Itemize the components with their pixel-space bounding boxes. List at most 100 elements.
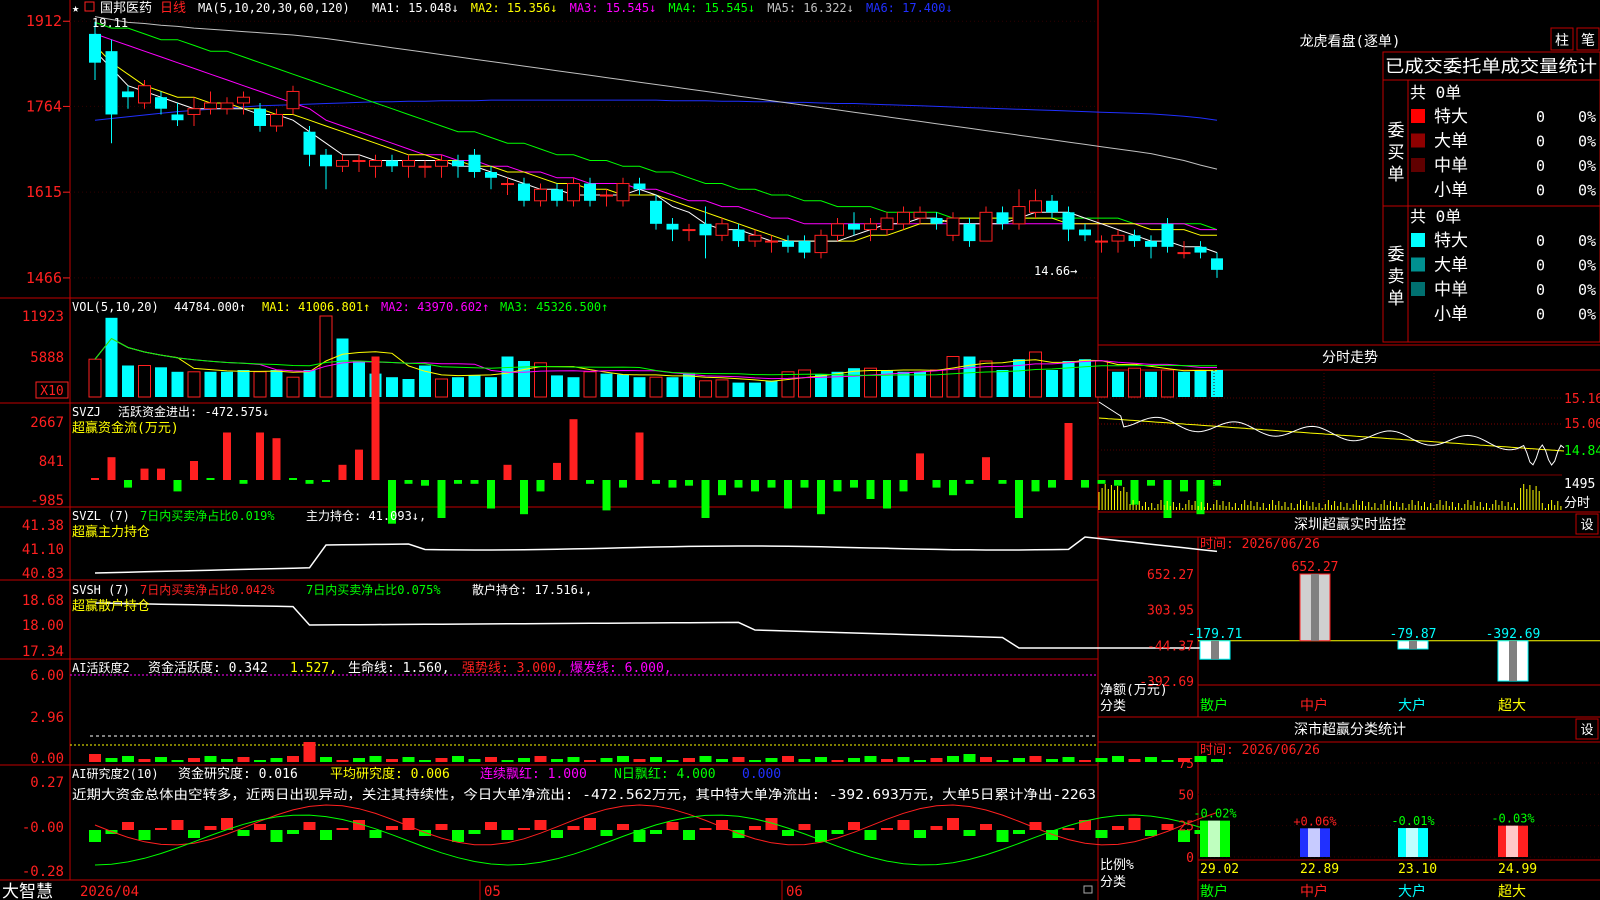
volume-bar xyxy=(897,371,910,397)
candle-body xyxy=(650,200,662,224)
flow-bar xyxy=(701,480,710,518)
volume-bar xyxy=(1161,369,1174,398)
order-count: 0 xyxy=(1536,257,1545,275)
sz-class-panel[interactable]: 深市超赢分类统计 设 时间: 2026/06/26 75 50 25 0 -0.02% 2… xyxy=(1100,718,1600,900)
szc-bar-shine xyxy=(1208,820,1220,857)
szc-tick: 0 xyxy=(1186,851,1194,866)
date-label-1: 2026/04 xyxy=(80,884,139,900)
research-bar xyxy=(864,830,877,840)
svzl-panel[interactable]: SVZL (7) 7日内买卖净占比0.019% 主力持仓: 41.093↓, 超… xyxy=(22,508,1218,582)
svsh-panel[interactable]: SVSH (7) 7日内买卖净占比0.042% 7日内买卖净占比0.075% 散… xyxy=(22,582,1217,660)
activity-bar xyxy=(980,757,992,762)
volume-panel[interactable]: VOL(5,10,20) 44784.000↑ MA1: 41006.801↑ M… xyxy=(22,300,1223,399)
ai-research-panel[interactable]: AI研究度2(10) 资金研究度: 0.016 平均研究度: 0.006 连续飘… xyxy=(22,766,1223,880)
flow-bar xyxy=(107,457,116,480)
flow-bar xyxy=(1048,480,1056,488)
order-pct: 0% xyxy=(1578,232,1596,250)
candle-body xyxy=(1111,234,1125,242)
volume-bar xyxy=(286,376,300,398)
flow-bar xyxy=(784,480,792,509)
flow-bar xyxy=(1015,480,1023,518)
period-label[interactable]: 日线 xyxy=(160,1,186,16)
candle-body xyxy=(814,234,828,254)
volume-bar xyxy=(633,377,646,397)
research-bar xyxy=(386,826,398,830)
activity-bar xyxy=(270,758,283,762)
flow-bar xyxy=(602,480,611,511)
activity-bar xyxy=(914,760,926,762)
candle-body xyxy=(352,160,366,163)
ma-legend-item: MA5: 16.322↓ xyxy=(767,1,854,15)
activity-bar xyxy=(89,754,101,762)
low-price-label: 14.66→ xyxy=(1034,264,1077,278)
volume-bar xyxy=(600,373,613,397)
candle-body xyxy=(715,223,729,236)
activity-bar xyxy=(1112,756,1124,762)
vol-legend-item: MA3: 45326.500↑ xyxy=(500,300,608,314)
flow-bar xyxy=(652,480,660,484)
volume-bar xyxy=(122,365,134,397)
flow-bar xyxy=(982,457,990,480)
szc-tick: 50 xyxy=(1178,788,1194,803)
lock-icon[interactable] xyxy=(1083,885,1093,894)
vol-legend-item: MA1: 41006.801↑ xyxy=(262,300,370,314)
volume-bar xyxy=(551,375,563,397)
candle-body xyxy=(254,108,266,126)
flow-bar xyxy=(454,480,462,484)
activity-bar xyxy=(930,758,943,762)
flow-bar xyxy=(239,480,248,484)
ai2-tick-1: 0.27 xyxy=(30,775,64,791)
research-bar xyxy=(303,822,316,830)
brand-label: 大智慧 xyxy=(2,882,53,900)
ai-activity-panel[interactable]: AI活跃度2 资金活跃度: 0.342 1.527, 生命线: 1.560, 强… xyxy=(30,660,1223,767)
research-bar xyxy=(336,828,349,830)
candle-body xyxy=(122,91,134,98)
sz-class-time: 时间: 2026/06/26 xyxy=(1200,743,1320,758)
activity-bar xyxy=(353,758,365,762)
flow-bar xyxy=(1180,480,1188,492)
activity-bar xyxy=(815,757,827,762)
candle-body xyxy=(303,131,316,155)
order-pct: 0% xyxy=(1578,157,1596,175)
svzj-text: 活跃资金进出: -472.575↓ xyxy=(118,404,269,419)
candle-body xyxy=(765,240,778,243)
ai2-desc: 近期大资金总体由空转多，近两日出现异动，关注其持续性，今日大单净流出: -472… xyxy=(72,787,1096,803)
candle-body xyxy=(89,33,101,63)
activity-bar xyxy=(617,756,629,762)
volume-bar xyxy=(749,382,761,397)
volume-bar xyxy=(617,374,629,397)
sz-monitor-panel[interactable]: 深圳超赢实时监控 设 时间: 2026/06/26 652.27303.95-4… xyxy=(1100,513,1600,714)
research-bar xyxy=(138,830,151,840)
szm-category: 中户 xyxy=(1300,697,1328,714)
flow-bar xyxy=(734,480,743,488)
settings-icon[interactable] xyxy=(84,1,95,12)
research-bar xyxy=(1145,830,1157,836)
candle-body xyxy=(616,183,630,202)
activity-bar xyxy=(798,759,811,762)
activity-bar xyxy=(947,756,959,762)
ai1-tick-3: 0.00 xyxy=(30,751,64,767)
order-color-swatch xyxy=(1411,257,1425,272)
candle-body xyxy=(1211,258,1223,270)
kline-panel[interactable]: 1912 1764 1615 1466 ★ 国邦医药 日线 MA(5,10,20,30… xyxy=(26,1,1223,287)
fs-tick-5: 分时 xyxy=(1564,496,1590,511)
dragon-tiger-panel[interactable]: 龙虎看盘(逐单) 柱 笔 已成交委托单成交量统计 共 0单委买单特大 0 0%大单 0… xyxy=(1300,27,1600,343)
flow-bar xyxy=(916,453,924,480)
research-bar xyxy=(947,818,959,830)
activity-bar xyxy=(864,756,877,762)
order-pct: 0% xyxy=(1578,257,1596,275)
flow-bar xyxy=(1031,480,1040,492)
activity-bar xyxy=(320,757,332,762)
research-bar xyxy=(534,820,547,830)
research-bar xyxy=(270,830,283,842)
activity-bar xyxy=(485,757,497,762)
research-bar xyxy=(732,830,745,838)
ai2-t2: 平均研究度: 0.006 xyxy=(330,766,450,782)
szc-value: 24.99 xyxy=(1498,862,1537,877)
k-tick: 1615 xyxy=(26,183,62,201)
volume-bar xyxy=(1194,370,1207,397)
flow-bar xyxy=(833,480,842,492)
star-icon[interactable]: ★ xyxy=(72,1,79,15)
candle-body xyxy=(963,223,976,242)
intraday-title: 分时走势 xyxy=(1322,350,1378,366)
